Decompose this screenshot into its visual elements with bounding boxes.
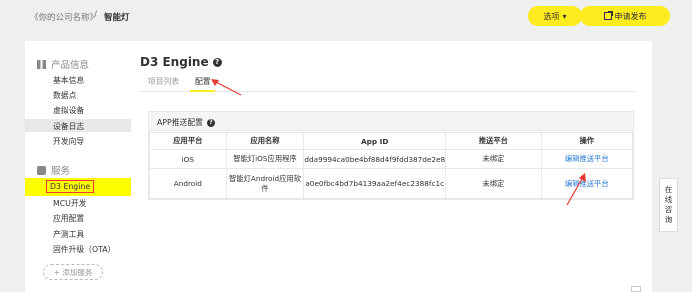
table-row: iOS 智能灯iOS应用程序 dda9994ca0be4bf88d4f9fdd3… [149,149,634,169]
consult-char: 咨 [664,205,673,214]
app-name-cell: 智能灯Android应用软件 [225,168,305,199]
push-platform-cell: 未绑定 [445,168,542,199]
config-title-text: APP推送配置 [157,118,203,127]
sidebar-section-product: 产品信息 [37,57,89,71]
consult-char: 线 [664,195,673,204]
help-icon[interactable]: ? [212,57,222,67]
top-bar: 《你的公司名称》 / 智能灯 选项 ▾ 申请发布 [0,0,692,36]
service-icon [37,165,46,175]
sidebar-item-production-test[interactable]: 产测工具 [53,229,84,240]
breadcrumb-company[interactable]: 《你的公司名称》 [30,11,98,23]
options-label: 选项 [543,11,560,21]
tab-project-list[interactable]: 项目列表 [148,76,179,87]
external-link-icon [603,11,613,20]
tab-config[interactable]: 配置 [195,76,211,87]
annotation-arrow-icon [211,79,242,96]
column-header: 操作 [540,132,634,150]
breadcrumb-product: 智能灯 [104,13,130,23]
chevron-down-icon: ▾ [562,11,567,21]
sidebar-section-services: 服务 [37,163,70,177]
config-title: APP推送配置 ? [157,117,215,128]
platform-cell: iOS [149,149,227,169]
push-config-table: 应用平台 应用名称 App ID 推送平台 操作 iOS 智能灯iOS应用程序 … [149,132,634,199]
push-platform-cell: 未绑定 [445,149,542,169]
app-push-config-panel: APP推送配置 ? 应用平台 应用名称 App ID 推送平台 操作 iOS 智… [148,111,634,200]
table-row: Android 智能灯Android应用软件 a0e0fbc4bd7b4139a… [149,168,634,199]
sidebar-item-device-log[interactable]: 设备日志 [53,121,84,132]
add-service-button[interactable]: + 添加服务 [43,264,103,280]
config-header: APP推送配置 ? [149,112,633,131]
help-icon[interactable]: ? [206,118,215,127]
page-title: D3 Engine ? [140,55,222,69]
app-name-cell: 智能灯iOS应用程序 [225,149,305,169]
app-id-cell: a0e0fbc4bd7b4139aa2ef4ec2388fc1c [303,168,447,199]
platform-cell: Android [149,168,227,199]
sidebar-item-basic-info[interactable]: 基本信息 [53,75,84,86]
sidebar-item-datapoints[interactable]: 数据点 [53,90,76,101]
table-header-row: 应用平台 应用名称 App ID 推送平台 操作 [149,132,634,150]
sidebar-item-d3-engine[interactable]: D3 Engine [46,180,95,193]
column-header: 推送平台 [445,132,542,150]
sidebar-item-virtual-device[interactable]: 虚拟设备 [53,105,84,116]
column-header: App ID [303,132,447,150]
annotation-arrow-icon [566,173,586,206]
scroll-top-icon[interactable] [631,286,641,292]
online-consult-tab[interactable]: 在 线 咨 询 [659,178,678,232]
column-header: 应用平台 [149,132,227,150]
publish-label: 申请发布 [614,11,647,21]
publish-button[interactable]: 申请发布 [580,6,670,26]
sidebar-item-dev-guide[interactable]: 开发向导 [53,136,84,147]
consult-char: 在 [664,185,673,194]
sidebar-item-ota[interactable]: 固件升级（OTA） [53,244,115,255]
page-title-text: D3 Engine [140,55,209,69]
sidebar-item-mcu[interactable]: MCU开发 [53,198,86,209]
app-id-cell: dda9994ca0be4bf88d4f9fdd387de2e8 [303,149,447,169]
sidebar: 产品信息 基本信息 数据点 虚拟设备 设备日志 开发向导 服务 D3 Engin… [25,41,131,292]
sidebar-section-label: 产品信息 [51,60,90,71]
sidebar-section-label: 服务 [51,166,71,177]
breadcrumb-separator: / [94,10,98,20]
consult-char: 询 [664,215,673,224]
column-header: 应用名称 [225,132,305,150]
grid-icon [37,59,46,69]
sidebar-item-app-config[interactable]: 应用配置 [53,213,84,224]
edit-push-platform-link[interactable]: 编辑推送平台 [540,149,634,169]
options-button[interactable]: 选项 ▾ [528,6,582,26]
